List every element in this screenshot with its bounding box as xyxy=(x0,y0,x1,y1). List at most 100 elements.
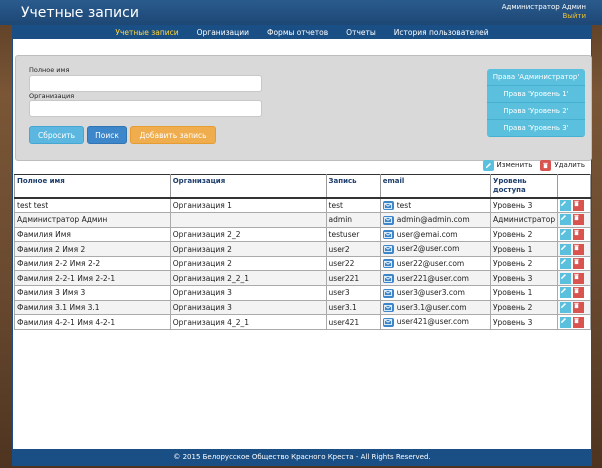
footer: © 2015 Белорусское Общество Красного Кре… xyxy=(12,449,592,466)
cell-email: user@emai.com xyxy=(379,226,491,243)
cell-level: Уровень 3 xyxy=(489,314,559,330)
rights-level3-button[interactable]: Права 'Уровень 3' xyxy=(487,120,585,137)
cell-org: Организация 1 xyxy=(169,197,327,214)
main-content: Полное имя Организация Сбросить Поиск До… xyxy=(12,39,592,449)
cell-email: user421@user.com xyxy=(379,314,491,330)
delete-trash-icon[interactable] xyxy=(573,200,585,212)
cell-email: user3.1@user.com xyxy=(379,299,491,316)
mail-icon[interactable] xyxy=(382,259,394,269)
org-label: Организация xyxy=(29,92,75,100)
col-header-name[interactable]: Полное имя xyxy=(14,174,171,199)
users-table: Полное имя Организация Запись email Уров… xyxy=(14,174,591,330)
action-legend: Изменить Удалить xyxy=(479,159,585,171)
table-header-row: Полное имя Организация Запись email Уров… xyxy=(14,174,591,199)
edit-pencil-icon[interactable] xyxy=(560,214,572,226)
edit-pencil-icon[interactable] xyxy=(560,316,572,328)
fullname-label: Полное имя xyxy=(29,66,70,74)
legend-edit: Изменить xyxy=(482,159,532,171)
cell-email: user2@user.com xyxy=(379,241,491,257)
table-row: test test Организация 1 test test Уровень 3 xyxy=(14,197,591,214)
cell-level: Уровень 1 xyxy=(489,285,559,301)
delete-trash-icon[interactable] xyxy=(573,228,585,240)
col-header-login[interactable]: Запись xyxy=(325,174,381,199)
cell-org: Организация 4_2_1 xyxy=(169,314,327,330)
edit-pencil-icon[interactable] xyxy=(560,228,572,240)
col-header-email[interactable]: email xyxy=(379,174,491,199)
cell-name: Фамилия 2-2 Имя 2-2 xyxy=(14,255,171,272)
rights-admin-button[interactable]: Права 'Администратор' xyxy=(487,69,585,86)
delete-trash-icon[interactable] xyxy=(573,243,585,255)
cell-org: Организация 2 xyxy=(169,255,327,272)
nav-item[interactable]: Организации xyxy=(188,28,258,37)
email-text: test xyxy=(396,200,412,210)
delete-trash-icon[interactable] xyxy=(573,214,585,226)
col-header-org[interactable]: Организация xyxy=(169,174,327,199)
table-row: Фамилия 2-2 Имя 2-2 Организация 2 user22 us… xyxy=(14,255,591,272)
cell-level: Уровень 2 xyxy=(489,299,559,316)
nav-item[interactable]: Формы отчетов xyxy=(258,28,337,37)
table-row: Фамилия Имя Организация 2_2 testuser user@e… xyxy=(14,226,591,243)
pencil-icon xyxy=(482,159,494,171)
cell-name: Фамилия 3.1 Имя 3.1 xyxy=(14,299,171,316)
cell-org: Организация 2 xyxy=(169,241,327,257)
cell-level: Уровень 3 xyxy=(489,270,559,287)
cell-name: Администратор Админ xyxy=(14,212,171,228)
cell-level: Уровень 1 xyxy=(489,241,559,257)
search-button[interactable]: Поиск xyxy=(87,126,127,144)
cell-actions xyxy=(557,226,591,243)
mail-icon[interactable] xyxy=(382,244,394,254)
nav-item[interactable]: История пользователей xyxy=(385,28,498,37)
nav-item[interactable]: Учетные записи xyxy=(106,28,187,37)
col-header-actions xyxy=(557,174,591,199)
mail-icon[interactable] xyxy=(382,274,394,284)
edit-pencil-icon[interactable] xyxy=(560,200,572,212)
cell-level: Уровень 3 xyxy=(489,197,559,214)
cell-name: Фамилия 2 Имя 2 xyxy=(14,241,171,257)
delete-trash-icon[interactable] xyxy=(573,287,585,299)
add-record-button[interactable]: Добавить запись xyxy=(130,126,216,144)
cell-login: user421 xyxy=(325,314,381,330)
cell-login: user221 xyxy=(325,270,381,287)
mail-icon[interactable] xyxy=(382,201,394,211)
mail-icon[interactable] xyxy=(382,317,394,327)
org-input[interactable] xyxy=(29,100,262,117)
cell-actions xyxy=(557,212,591,228)
email-text: user3@user3.com xyxy=(396,288,465,298)
edit-pencil-icon[interactable] xyxy=(560,272,572,284)
reset-button[interactable]: Сбросить xyxy=(29,126,84,144)
mail-icon[interactable] xyxy=(382,303,394,313)
delete-trash-icon[interactable] xyxy=(573,316,585,328)
nav-item[interactable]: Отчеты xyxy=(337,28,385,37)
cell-level: Администратор xyxy=(489,212,559,228)
mail-icon[interactable] xyxy=(382,215,394,225)
table-row: Фамилия 3.1 Имя 3.1 Организация 3 user3.1 u… xyxy=(14,299,591,316)
col-header-level[interactable]: Уровень доступа xyxy=(489,174,559,199)
title-bar: Учетные записи Администратор Админ Выйти xyxy=(0,0,602,25)
logout-link[interactable]: Выйти xyxy=(502,12,586,21)
delete-trash-icon[interactable] xyxy=(573,301,585,313)
delete-trash-icon[interactable] xyxy=(573,272,585,284)
rights-level1-button[interactable]: Права 'Уровень 1' xyxy=(487,86,585,103)
cell-org: Организация 3 xyxy=(169,299,327,316)
cell-name: Фамилия 4-2-1 Имя 4-2-1 xyxy=(14,314,171,330)
cell-login: test xyxy=(325,197,381,214)
mail-icon[interactable] xyxy=(382,230,394,240)
cell-actions xyxy=(557,314,591,330)
rights-level2-button[interactable]: Права 'Уровень 2' xyxy=(487,103,585,120)
edit-pencil-icon[interactable] xyxy=(560,243,572,255)
email-text: user@emai.com xyxy=(396,229,458,239)
cell-actions xyxy=(557,255,591,272)
rights-group: Права 'Администратор' Права 'Уровень 1' … xyxy=(487,69,585,137)
cell-name: Фамилия 2-2-1 Имя 2-2-1 xyxy=(14,270,171,287)
edit-pencil-icon[interactable] xyxy=(560,287,572,299)
mail-icon[interactable] xyxy=(382,288,394,298)
email-text: user421@user.com xyxy=(396,317,469,327)
fullname-input[interactable] xyxy=(29,75,262,92)
edit-pencil-icon[interactable] xyxy=(560,301,572,313)
cell-actions xyxy=(557,197,591,214)
cell-email: user22@user.com xyxy=(379,255,491,272)
delete-trash-icon[interactable] xyxy=(573,258,585,270)
legend-delete-label: Удалить xyxy=(554,161,585,169)
edit-pencil-icon[interactable] xyxy=(560,258,572,270)
cell-login: user2 xyxy=(325,241,381,257)
